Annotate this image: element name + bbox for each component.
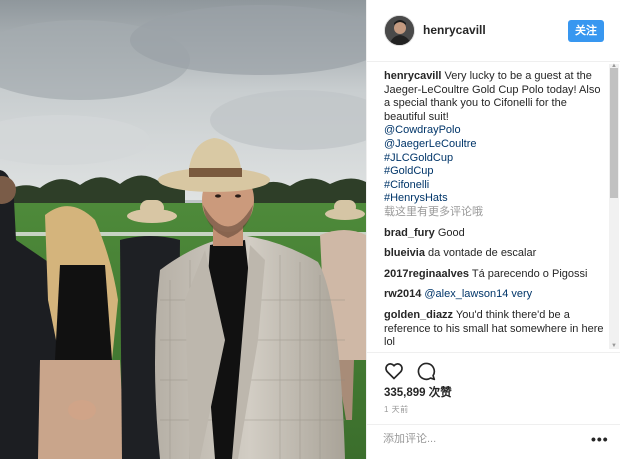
likes-count[interactable]: 335,899 次赞 [384,384,452,400]
caption-link-cowdraypolo[interactable]: @CowdrayPolo [384,124,606,138]
caption-hashtag-jlcgoldcup[interactable]: #JLCGoldCup [384,152,606,166]
caption-hashtag-henryshats[interactable]: #HenrysHats [384,192,606,206]
header-username-link[interactable]: henrycavill [423,23,486,37]
more-options-icon[interactable]: ••• [591,431,609,447]
add-comment-input[interactable] [383,433,573,445]
comment-text: Good [437,226,465,239]
post-actions: 335,899 次赞 1 天前 [367,352,620,424]
post-timestamp: 1 天前 [384,405,409,414]
comment-username-link[interactable]: golden_diazz [384,309,453,321]
heart-icon[interactable] [384,361,404,381]
load-more-comments-link[interactable]: 载这里有更多评论哦 [384,206,606,220]
comments-scrollbar[interactable]: ▲ ▼ [609,63,619,349]
comment-item: golden_diazz You'd think there'd be a re… [384,309,606,350]
comment-item: brad_fury Good [384,227,606,241]
avatar[interactable] [384,15,415,46]
comment-item: blueivia da vontade de escalar [384,247,606,261]
follow-button[interactable]: 关注 [568,20,604,42]
comment-icon[interactable] [416,361,436,381]
avatar-image [385,16,414,45]
comment-mention-link[interactable]: @alex_lawson14 very [424,288,532,300]
caption-link-jaegerlecoultre[interactable]: @JaegerLeCoultre [384,138,606,152]
comment-item: rw2014 @alex_lawson14 very [384,288,606,302]
post-photo-image [0,0,366,459]
post-header: henrycavill 关注 [367,0,620,62]
comment-text: da vontade de escalar [428,247,537,260]
caption-hashtag-goldcup[interactable]: #GoldCup [384,165,606,179]
comment-text: Tá parecendo o Pigossi [471,267,588,280]
post-photo[interactable] [0,0,366,459]
comment-username-link[interactable]: brad_fury [384,227,435,239]
comment-username-link[interactable]: rw2014 [384,288,421,300]
post-details-panel: henrycavill 关注 henrycavill Very lucky to… [366,0,620,459]
scrollbar-thumb[interactable] [610,68,618,198]
comments-section: henrycavill Very lucky to be a guest at … [367,62,620,352]
comment-username-link[interactable]: 2017reginaalves [384,268,469,280]
comment-username-link[interactable]: blueivia [384,247,425,259]
scroll-down-arrow-icon[interactable]: ▼ [611,343,617,349]
caption-username-link[interactable]: henrycavill [384,70,441,82]
add-comment-bar: ••• [367,424,620,459]
caption-hashtag-cifonelli[interactable]: #Cifonelli [384,179,606,193]
comment-item: 2017reginaalves Tá parecendo o Pigossi [384,268,606,282]
